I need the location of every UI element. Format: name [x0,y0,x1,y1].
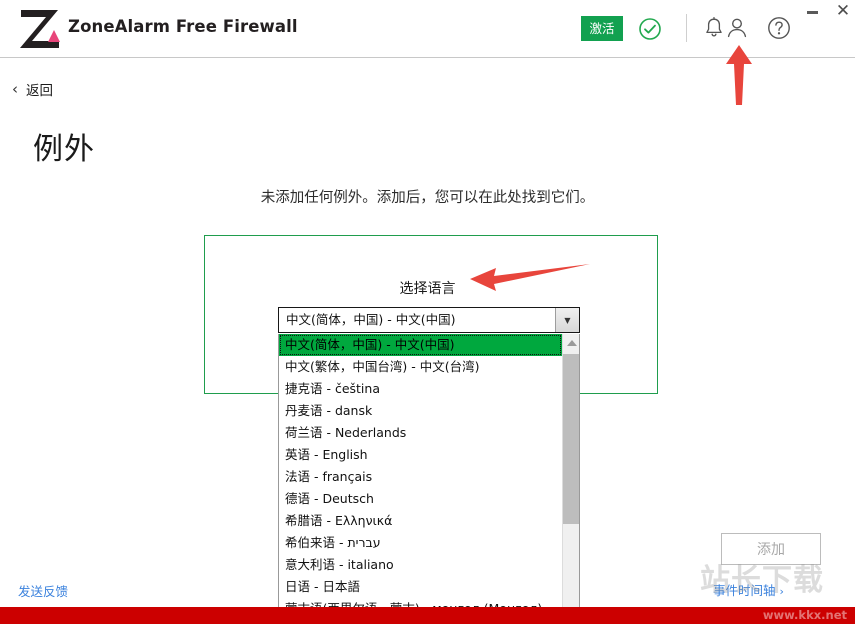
language-combobox-value: 中文(简体，中国) - 中文(中国) [286,312,456,327]
person-icon[interactable] [723,14,751,42]
add-button[interactable]: 添加 [721,533,821,565]
minimize-button[interactable] [802,2,824,20]
language-option[interactable]: 英语 - English [279,444,562,466]
scrollbar-thumb[interactable] [563,354,579,524]
chevron-down-icon[interactable]: ▼ [555,308,579,332]
question-circle-icon[interactable] [765,14,793,42]
event-timeline-link[interactable]: 事件时间轴 › [713,580,784,599]
close-button[interactable]: ✕ [833,1,853,21]
empty-state-message: 未添加任何例外。添加后，您可以在此处找到它们。 [260,190,595,206]
page-title: 例外 [33,132,95,167]
header-divider [686,14,687,42]
activate-button[interactable]: 激活 [581,16,623,41]
language-combobox[interactable]: 中文(简体，中国) - 中文(中国) ▼ [278,307,580,333]
back-label: 返回 [26,83,53,99]
language-option[interactable]: 法语 - français [279,466,562,488]
app-title: ZoneAlarm Free Firewall [68,17,298,36]
dropdown-scrollbar[interactable] [562,334,579,623]
language-option[interactable]: 荷兰语 - Nederlands [279,422,562,444]
check-circle-icon[interactable] [638,17,662,41]
language-option[interactable]: 希腊语 - Ελληνικά [279,510,562,532]
language-option[interactable]: 捷克语 - čeština [279,378,562,400]
event-timeline-label: 事件时间轴 [713,583,776,598]
language-option[interactable]: 意大利语 - italiano [279,554,562,576]
red-arrow-up-annotation [722,45,756,105]
chevron-right-icon: › [779,585,784,598]
language-option[interactable]: 德语 - Deutsch [279,488,562,510]
language-option[interactable]: 中文(繁体，中国台湾) - 中文(台湾) [279,356,562,378]
language-option[interactable]: 中文(简体，中国) - 中文(中国) [279,334,562,356]
zonealarm-window: ZoneAlarm Free Firewall 激活 ✕ ‹ 返回 例外 未添加… [0,0,855,624]
language-option-list: 中文(简体，中国) - 中文(中国) 中文(繁体，中国台湾) - 中文(台湾) 捷克… [279,334,562,623]
bottom-red-bar [0,607,855,624]
language-option[interactable]: 日语 - 日本語 [279,576,562,598]
language-dropdown-list[interactable]: 中文(简体，中国) - 中文(中国) 中文(繁体，中国台湾) - 中文(台湾) 捷克… [278,334,580,624]
select-language-label: 选择语言 [399,281,456,297]
triangle-up-icon[interactable] [563,334,579,351]
back-button[interactable]: ‹ 返回 [12,76,53,102]
zonealarm-logo-icon [18,8,62,50]
chevron-left-icon: ‹ [12,79,18,98]
red-arrow-left-annotation [470,262,590,296]
language-option[interactable]: 丹麦语 - dansk [279,400,562,422]
send-feedback-link[interactable]: 发送反馈 [18,581,68,600]
language-option[interactable]: 希伯来语 - עברית [279,532,562,554]
